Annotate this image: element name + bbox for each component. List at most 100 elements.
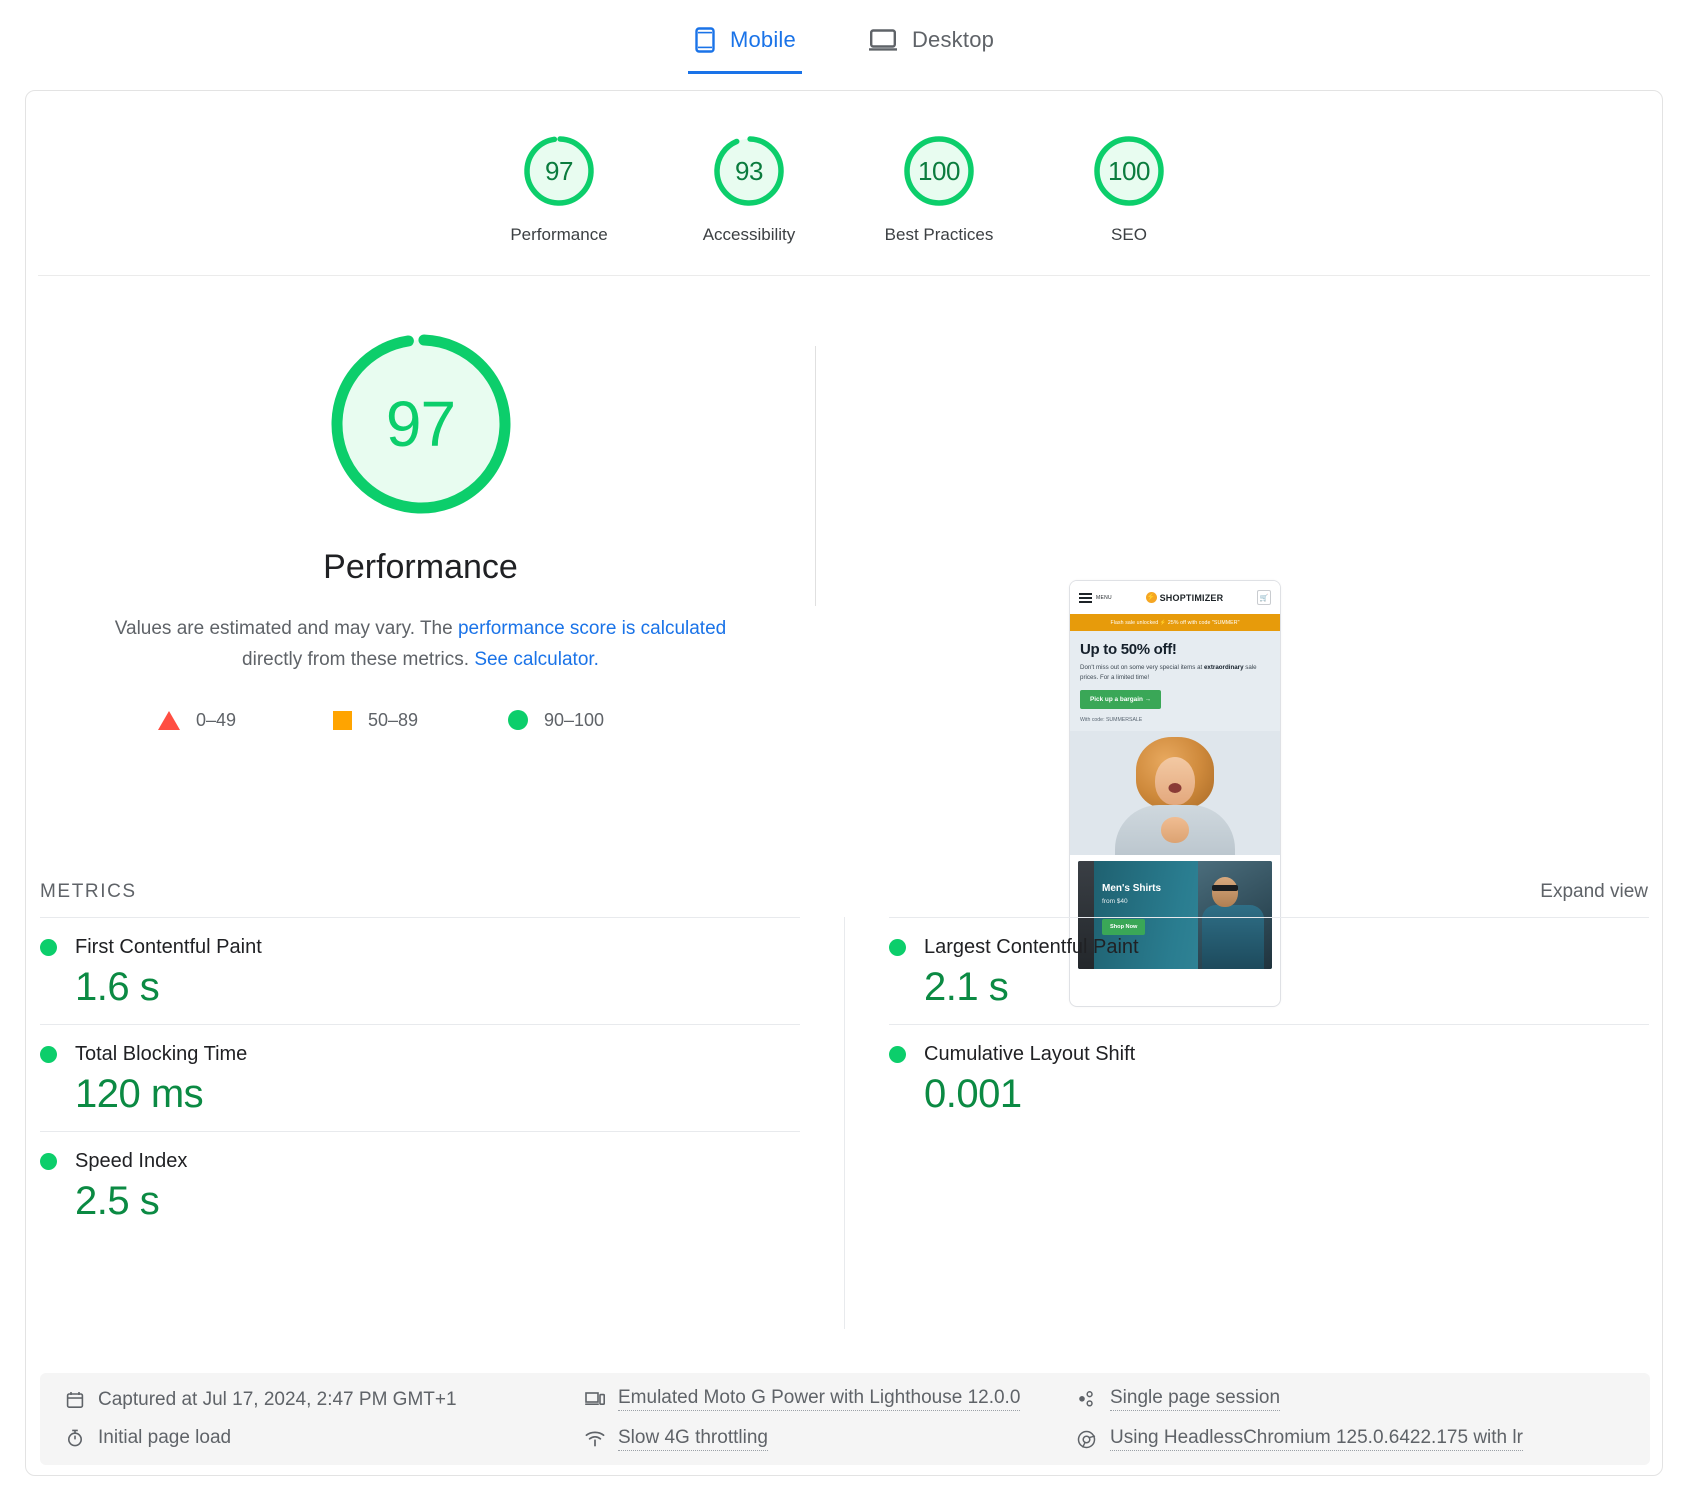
metric-value: 1.6 s xyxy=(75,965,800,1010)
performance-summary: 97 Performance Values are estimated and … xyxy=(26,276,815,731)
metrics-column-right: Largest Contentful Paint 2.1 s Cumulativ… xyxy=(889,917,1649,1329)
triangle-icon xyxy=(158,711,180,730)
tab-desktop[interactable]: Desktop xyxy=(862,17,1000,74)
tab-mobile[interactable]: Mobile xyxy=(688,17,802,74)
status-badge xyxy=(889,1046,906,1063)
site-menu-label: MENU xyxy=(1096,595,1112,601)
metrics-header: METRICS Expand view xyxy=(26,881,1663,903)
site-brand-name: SHOPTIMIZER xyxy=(1160,593,1224,603)
metric-value: 2.1 s xyxy=(924,965,1649,1010)
stopwatch-icon xyxy=(64,1428,85,1449)
gauge-performance-large: 97 xyxy=(325,328,517,520)
metrics-column-divider xyxy=(844,917,845,1329)
meta-captured-at-label: Captured at Jul 17, 2024, 2:47 PM GMT+1 xyxy=(98,1389,457,1411)
page-title: Performance xyxy=(323,548,518,587)
site-subtext-line1: Don't miss out on some very special item… xyxy=(1080,664,1202,671)
pagespeed-report: Mobile Desktop 97 xyxy=(0,0,1688,1501)
metric-first-contentful-paint[interactable]: First Contentful Paint 1.6 s xyxy=(40,917,800,1024)
site-header: MENU ⚡ SHOPTIMIZER 🛒 xyxy=(1070,581,1280,614)
gauge-accessibility-value: 93 xyxy=(711,133,787,209)
category-seo[interactable]: 100 SEO xyxy=(1034,133,1224,245)
cart-icon: 🛒 xyxy=(1257,590,1271,605)
metric-label: First Contentful Paint xyxy=(75,936,262,959)
metric-value: 2.5 s xyxy=(75,1179,800,1224)
disclaimer-text-1: Values are estimated and may vary. The xyxy=(115,618,458,639)
report-card: 97 Performance 93 Accessibility xyxy=(25,90,1663,1476)
site-headline: Up to 50% off! xyxy=(1080,641,1270,658)
devices-icon xyxy=(584,1389,605,1410)
gauge-performance-large-value: 97 xyxy=(325,328,517,520)
tab-mobile-label: Mobile xyxy=(730,27,796,53)
metric-value: 120 ms xyxy=(75,1072,800,1117)
metric-label: Total Blocking Time xyxy=(75,1043,247,1066)
promo-banner: Flash sale unlocked ⚡ 25% off with code … xyxy=(1070,614,1280,631)
site-cta-button: Pick up a bargain → xyxy=(1080,690,1161,709)
session-icon xyxy=(1076,1389,1097,1410)
desktop-icon xyxy=(868,28,898,52)
meta-session-label[interactable]: Single page session xyxy=(1110,1387,1280,1411)
meta-page-load-label: Initial page load xyxy=(98,1427,231,1449)
site-subtext: Don't miss out on some very special item… xyxy=(1080,663,1270,682)
mobile-icon xyxy=(694,27,716,53)
metrics-grid: First Contentful Paint 1.6 s Total Block… xyxy=(40,917,1650,1329)
form-factor-tabs: Mobile Desktop xyxy=(0,0,1688,74)
site-hero: Up to 50% off! Don't miss out on some ve… xyxy=(1070,631,1280,731)
score-legend: 0–49 50–89 90–100 xyxy=(158,710,683,731)
category-best-practices[interactable]: 100 Best Practices xyxy=(844,133,1034,245)
gauge-accessibility: 93 xyxy=(711,133,787,209)
chrome-icon xyxy=(1076,1429,1097,1450)
legend-label-pass: 90–100 xyxy=(544,710,604,731)
gauge-seo: 100 xyxy=(1091,133,1167,209)
disclaimer-text-2: directly from these metrics. xyxy=(242,649,474,670)
gauge-performance: 97 xyxy=(521,133,597,209)
metric-label: Cumulative Layout Shift xyxy=(924,1043,1135,1066)
site-promo-code: With code: SUMMERSALE xyxy=(1080,717,1270,723)
metric-label: Largest Contentful Paint xyxy=(924,936,1139,959)
category-accessibility[interactable]: 93 Accessibility xyxy=(654,133,844,245)
category-performance-label: Performance xyxy=(510,225,607,245)
metric-total-blocking-time[interactable]: Total Blocking Time 120 ms xyxy=(40,1024,800,1131)
category-seo-label: SEO xyxy=(1111,225,1147,245)
gauge-seo-value: 100 xyxy=(1091,133,1167,209)
meta-throttling-label[interactable]: Slow 4G throttling xyxy=(618,1427,768,1451)
metric-largest-contentful-paint[interactable]: Largest Contentful Paint 2.1 s xyxy=(889,917,1649,1024)
metric-speed-index[interactable]: Speed Index 2.5 s xyxy=(40,1131,800,1238)
see-calculator-link[interactable]: See calculator. xyxy=(474,649,599,670)
meta-throttling: Slow 4G throttling xyxy=(584,1427,1076,1451)
site-subtext-bold: extraordinary xyxy=(1204,664,1244,671)
gauge-best-practices-value: 100 xyxy=(901,133,977,209)
circle-icon xyxy=(508,710,528,730)
category-best-practices-label: Best Practices xyxy=(885,225,994,245)
meta-session: Single page session xyxy=(1076,1387,1626,1411)
metric-cumulative-layout-shift[interactable]: Cumulative Layout Shift 0.001 xyxy=(889,1024,1649,1131)
meta-captured-at: Captured at Jul 17, 2024, 2:47 PM GMT+1 xyxy=(64,1389,584,1411)
category-performance[interactable]: 97 Performance xyxy=(464,133,654,245)
metrics-title: METRICS xyxy=(40,881,137,903)
expand-view-button[interactable]: Expand view xyxy=(1540,881,1648,903)
meta-column-session: Single page session Using HeadlessChromi… xyxy=(1076,1387,1626,1451)
score-disclaimer: Values are estimated and may vary. The p… xyxy=(101,613,741,676)
status-badge xyxy=(40,1153,57,1170)
meta-column-device: Emulated Moto G Power with Lighthouse 12… xyxy=(584,1387,1076,1451)
performance-score-link[interactable]: performance score is calculated xyxy=(458,618,726,639)
site-menu-button: MENU xyxy=(1079,593,1112,603)
meta-user-agent-label[interactable]: Using HeadlessChromium 125.0.6422.175 wi… xyxy=(1110,1427,1523,1451)
metrics-column-left: First Contentful Paint 1.6 s Total Block… xyxy=(40,917,800,1329)
metric-value: 0.001 xyxy=(924,1072,1649,1117)
status-badge xyxy=(40,1046,57,1063)
hero-divider xyxy=(815,346,816,606)
metric-label: Speed Index xyxy=(75,1150,187,1173)
legend-item-pass: 90–100 xyxy=(508,710,683,731)
bolt-icon: ⚡ xyxy=(1146,592,1157,603)
status-badge xyxy=(40,939,57,956)
hamburger-icon xyxy=(1079,593,1092,603)
meta-emulation-label[interactable]: Emulated Moto G Power with Lighthouse 12… xyxy=(618,1387,1020,1411)
calendar-icon xyxy=(64,1390,85,1411)
site-logo: ⚡ SHOPTIMIZER xyxy=(1146,592,1224,603)
legend-item-average: 50–89 xyxy=(333,710,508,731)
status-badge xyxy=(889,939,906,956)
legend-label-average: 50–89 xyxy=(368,710,418,731)
category-accessibility-label: Accessibility xyxy=(703,225,796,245)
legend-label-fail: 0–49 xyxy=(196,710,236,731)
gauge-best-practices: 100 xyxy=(901,133,977,209)
